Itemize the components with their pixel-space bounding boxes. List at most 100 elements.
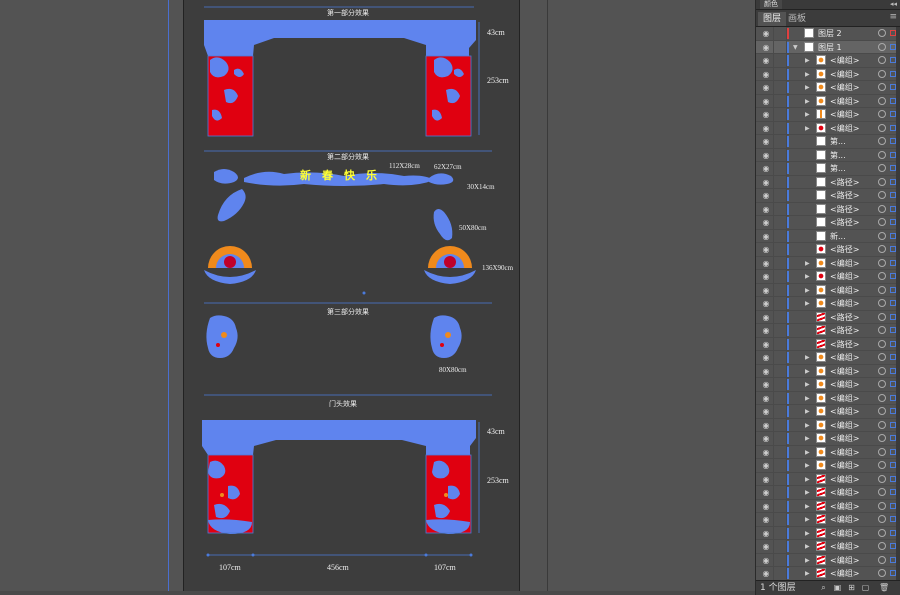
expand-right-icon[interactable]: ▶ [805, 392, 810, 405]
layer-name[interactable]: 图层 1 [818, 41, 842, 54]
lock-toggle[interactable] [773, 297, 787, 310]
expand-right-icon[interactable]: ▶ [805, 500, 810, 513]
lock-toggle[interactable] [773, 351, 787, 364]
layer-name[interactable]: <路径> [830, 216, 859, 229]
figures-section[interactable] [204, 315, 492, 396]
lock-toggle[interactable] [773, 270, 787, 283]
target-circle-icon[interactable] [878, 204, 886, 213]
expand-right-icon[interactable]: ▶ [805, 405, 810, 418]
target-circle-icon[interactable] [878, 42, 886, 51]
layer-name[interactable]: <编组> [830, 95, 859, 108]
target-circle-icon[interactable] [878, 29, 886, 37]
target-circle-icon[interactable] [878, 258, 886, 267]
target-circle-icon[interactable] [878, 218, 886, 226]
lock-toggle[interactable] [773, 121, 787, 135]
arch-bottom[interactable] [202, 420, 480, 557]
target-circle-icon[interactable] [878, 447, 886, 456]
target-circle-icon[interactable] [878, 461, 886, 469]
layer-row[interactable]: ◉ ▶ <编组> [756, 432, 900, 446]
layer-row[interactable]: ◉ 第... [756, 135, 900, 149]
visibility-eye-icon[interactable]: ◉ [760, 135, 772, 148]
layer-row[interactable]: ◉ ▶ <编组> [756, 459, 900, 473]
visibility-eye-icon[interactable]: ◉ [760, 554, 772, 567]
lock-toggle[interactable] [773, 256, 787, 270]
visibility-eye-icon[interactable]: ◉ [760, 405, 772, 418]
visibility-eye-icon[interactable]: ◉ [760, 567, 772, 580]
layer-name[interactable]: <编组> [830, 473, 859, 486]
layer-name[interactable]: <编组> [830, 54, 859, 67]
visibility-eye-icon[interactable]: ◉ [760, 81, 772, 94]
layer-row[interactable]: ◉ ▶ <编组> [756, 526, 900, 540]
lock-toggle[interactable] [773, 324, 787, 337]
lock-toggle[interactable] [773, 189, 787, 202]
layer-row[interactable]: ◉ ▶ <编组> [756, 486, 900, 500]
expand-right-icon[interactable]: ▶ [805, 567, 810, 580]
layer-row[interactable]: ◉ ▶ <编组> [756, 499, 900, 513]
expand-right-icon[interactable]: ▶ [805, 68, 810, 81]
expand-right-icon[interactable]: ▶ [805, 351, 810, 364]
target-circle-icon[interactable] [878, 299, 886, 307]
target-circle-icon[interactable] [878, 83, 886, 91]
lock-toggle[interactable] [773, 337, 787, 351]
layer-name[interactable]: <编组> [830, 257, 859, 270]
layer-name[interactable]: <路径> [830, 338, 859, 351]
visibility-eye-icon[interactable]: ◉ [760, 257, 772, 270]
target-circle-icon[interactable] [878, 96, 886, 105]
target-circle-icon[interactable] [878, 245, 886, 253]
lock-toggle[interactable] [773, 94, 787, 108]
layer-row[interactable]: ◉ ▶ <编组> [756, 553, 900, 567]
lock-toggle[interactable] [773, 67, 787, 81]
lock-toggle[interactable] [773, 135, 787, 148]
layer-row[interactable]: ◉ ▶ <编组> [756, 540, 900, 554]
target-circle-icon[interactable] [878, 339, 886, 348]
layer-row[interactable]: ◉ ▶ <编组> [756, 283, 900, 297]
layer-row[interactable]: ◉ ▶ <编组> [756, 364, 900, 378]
layer-name[interactable]: <编组> [830, 351, 859, 364]
layer-row[interactable]: ◉ ▶ <编组> [756, 121, 900, 135]
layer-row[interactable]: ◉ ▶ <编组> [756, 270, 900, 284]
layer-name[interactable]: <编组> [830, 270, 859, 283]
visibility-eye-icon[interactable]: ◉ [760, 311, 772, 324]
layer-name[interactable]: <编组> [830, 378, 859, 391]
panel-menu-icon[interactable]: ≡ [889, 12, 897, 22]
visibility-eye-icon[interactable]: ◉ [760, 500, 772, 513]
color-panel-tab[interactable]: 颜色 [760, 0, 782, 9]
layer-row[interactable]: ◉ ▶ <编组> [756, 94, 900, 108]
target-circle-icon[interactable] [878, 231, 886, 240]
target-circle-icon[interactable] [878, 285, 886, 294]
layer-row[interactable]: ◉ ▶ <编组> [756, 472, 900, 486]
new-layer-icon[interactable]: ▢ [861, 583, 870, 592]
target-circle-icon[interactable] [878, 123, 886, 132]
layer-row[interactable]: ◉ ▼ 图层 1 [756, 40, 900, 54]
layer-name[interactable]: <编组> [830, 540, 859, 553]
target-circle-icon[interactable] [878, 515, 886, 523]
visibility-eye-icon[interactable]: ◉ [760, 149, 772, 162]
layer-row[interactable]: ◉ 图层 2 [756, 27, 900, 41]
layer-name[interactable]: 图层 2 [818, 27, 842, 40]
visibility-eye-icon[interactable]: ◉ [760, 365, 772, 378]
lock-toggle[interactable] [773, 567, 787, 580]
target-circle-icon[interactable] [878, 312, 886, 321]
layer-row[interactable]: ◉ <路径> [756, 175, 900, 189]
layer-row[interactable]: ◉ ▶ <编组> [756, 297, 900, 311]
lock-toggle[interactable] [773, 405, 787, 418]
lock-toggle[interactable] [773, 540, 787, 553]
target-circle-icon[interactable] [878, 326, 886, 334]
layer-row[interactable]: ◉ ▶ <编组> [756, 67, 900, 81]
lock-toggle[interactable] [773, 54, 787, 67]
target-circle-icon[interactable] [878, 353, 886, 361]
layer-name[interactable]: <路径> [830, 189, 859, 202]
visibility-eye-icon[interactable]: ◉ [760, 486, 772, 499]
visibility-eye-icon[interactable]: ◉ [760, 378, 772, 391]
layer-name[interactable]: <路径> [830, 324, 859, 337]
artboard[interactable]: 第一部分效果 第二部分效果 第三部分效果 门头效果 43cm 253cm 112… [183, 0, 520, 595]
visibility-eye-icon[interactable]: ◉ [760, 27, 772, 40]
visibility-eye-icon[interactable]: ◉ [760, 122, 772, 135]
target-circle-icon[interactable] [878, 69, 886, 78]
layer-name[interactable]: <编组> [830, 419, 859, 432]
lock-toggle[interactable] [773, 513, 787, 526]
layer-name[interactable]: <编组> [830, 554, 859, 567]
expand-right-icon[interactable]: ▶ [805, 270, 810, 283]
visibility-eye-icon[interactable]: ◉ [760, 284, 772, 297]
layer-name[interactable]: <编组> [830, 122, 859, 135]
